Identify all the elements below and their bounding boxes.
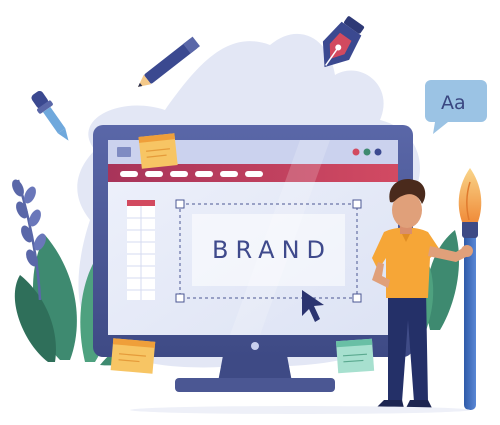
paintbrush-icon	[458, 168, 482, 410]
side-panel	[127, 200, 155, 300]
sticky-note-bottom-left	[110, 338, 156, 374]
sticky-note-green	[335, 338, 375, 374]
speech-bubble-text: Aa	[441, 92, 466, 114]
brand-design-illustration: Aa BRAND	[12, 16, 487, 414]
ground-shadow	[130, 406, 470, 414]
eyedropper-icon	[31, 90, 69, 141]
brand-text: BRAND	[212, 236, 332, 264]
speech-bubble-icon: Aa	[425, 80, 487, 134]
sticky-note-top	[138, 133, 178, 169]
